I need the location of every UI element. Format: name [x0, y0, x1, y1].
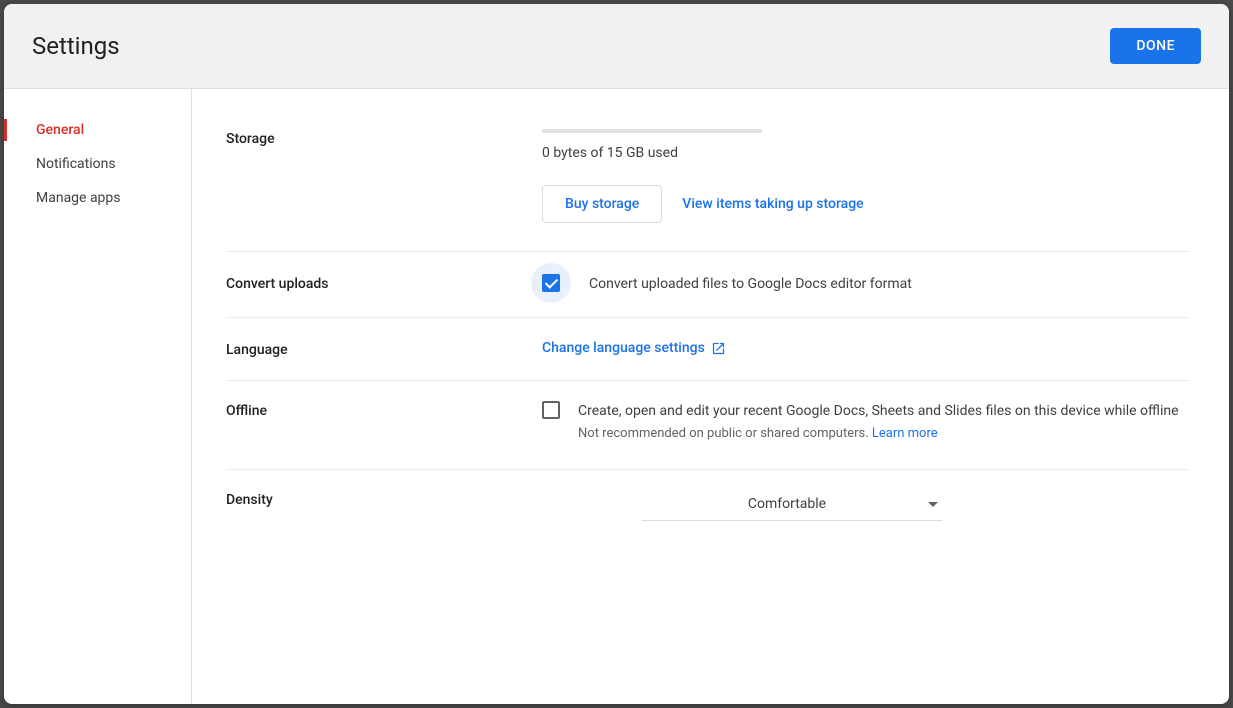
- section-storage: Storage 0 bytes of 15 GB used Buy storag…: [226, 109, 1189, 252]
- density-dropdown[interactable]: Comfortable: [642, 490, 942, 521]
- section-convert-uploads: Convert uploads Convert uploaded files t…: [226, 252, 1189, 318]
- convert-uploads-checkbox[interactable]: [542, 274, 560, 292]
- section-body: Convert uploaded files to Google Docs ed…: [542, 274, 1189, 295]
- change-language-link[interactable]: Change language settings: [542, 340, 726, 356]
- sidebar-item-notifications[interactable]: Notifications: [4, 147, 191, 181]
- learn-more-link[interactable]: Learn more: [872, 426, 938, 441]
- settings-content: Storage 0 bytes of 15 GB used Buy storag…: [192, 89, 1229, 704]
- convert-uploads-option: Convert uploaded files to Google Docs ed…: [542, 274, 1189, 295]
- section-body: Comfortable: [542, 490, 1189, 521]
- view-storage-items-link[interactable]: View items taking up storage: [682, 196, 863, 212]
- dropdown-value: Comfortable: [646, 496, 928, 512]
- storage-actions: Buy storage View items taking up storage: [542, 185, 1189, 223]
- dialog-title: Settings: [32, 32, 120, 60]
- offline-hint: Not recommended on public or shared comp…: [578, 426, 1189, 441]
- section-body: Change language settings: [542, 340, 1189, 358]
- check-icon: [548, 278, 555, 288]
- checkbox-label: Convert uploaded files to Google Docs ed…: [589, 274, 912, 295]
- storage-progress-bar: [542, 129, 762, 133]
- settings-sidebar: General Notifications Manage apps: [4, 89, 192, 704]
- external-link-icon: [711, 341, 726, 356]
- checkbox-label: Create, open and edit your recent Google…: [578, 401, 1189, 422]
- sidebar-item-label: General: [36, 122, 84, 138]
- offline-option: Create, open and edit your recent Google…: [542, 401, 1189, 441]
- section-label: Density: [226, 490, 542, 521]
- done-button[interactable]: DONE: [1110, 28, 1201, 64]
- section-offline: Offline Create, open and edit your recen…: [226, 381, 1189, 470]
- section-label: Language: [226, 340, 542, 358]
- dialog-body: General Notifications Manage apps Storag…: [4, 89, 1229, 704]
- section-label: Convert uploads: [226, 274, 542, 295]
- section-label: Storage: [226, 129, 542, 223]
- section-body: 0 bytes of 15 GB used Buy storage View i…: [542, 129, 1189, 223]
- dialog-header: Settings DONE: [4, 4, 1229, 89]
- section-label: Offline: [226, 401, 542, 441]
- offline-checkbox[interactable]: [542, 401, 560, 419]
- section-body: Create, open and edit your recent Google…: [542, 401, 1189, 441]
- settings-dialog: Settings DONE General Notifications Mana…: [4, 4, 1229, 704]
- sidebar-item-manage-apps[interactable]: Manage apps: [4, 181, 191, 215]
- hint-text: Not recommended on public or shared comp…: [578, 426, 872, 441]
- sidebar-item-general[interactable]: General: [4, 113, 191, 147]
- storage-usage-text: 0 bytes of 15 GB used: [542, 145, 1189, 161]
- section-language: Language Change language settings: [226, 318, 1189, 381]
- sidebar-item-label: Notifications: [36, 156, 116, 172]
- link-label: Change language settings: [542, 340, 705, 356]
- sidebar-item-label: Manage apps: [36, 190, 121, 206]
- chevron-down-icon: [928, 502, 938, 507]
- section-density: Density Comfortable: [226, 470, 1189, 549]
- buy-storage-button[interactable]: Buy storage: [542, 185, 662, 223]
- checkbox-focus-halo: [531, 263, 571, 303]
